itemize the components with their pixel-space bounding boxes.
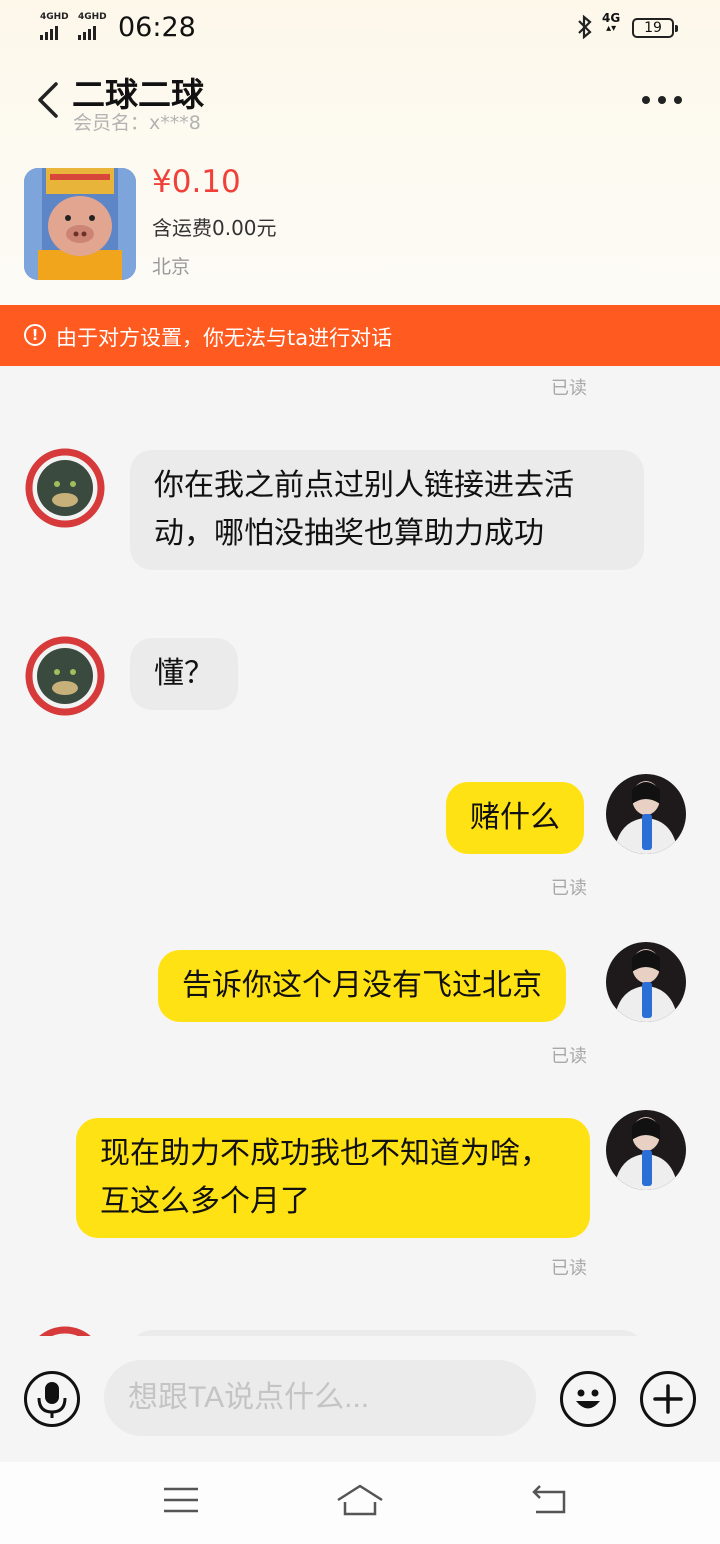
- back-button[interactable]: [34, 80, 64, 120]
- emoji-icon: [576, 1389, 600, 1409]
- warning-icon: !: [24, 324, 46, 346]
- product-image[interactable]: [24, 168, 136, 280]
- message-bubble-outgoing[interactable]: 赌什么: [446, 782, 584, 854]
- system-nav-bar: [0, 1462, 720, 1544]
- network-indicator: 4G ▴▾: [602, 11, 621, 34]
- read-status: 已读: [551, 1258, 587, 1279]
- contact-avatar[interactable]: [25, 636, 105, 716]
- product-price: ¥0.10: [152, 164, 241, 200]
- back-arrow-icon: [532, 1485, 566, 1514]
- voice-button[interactable]: [24, 1371, 80, 1427]
- message-bubble-incoming[interactable]: 懂？: [130, 638, 238, 710]
- signal-label: 4GHD: [40, 12, 69, 22]
- user-avatar[interactable]: [606, 774, 686, 854]
- menu-icon: [164, 1487, 198, 1513]
- member-name: 会员名：x***8: [73, 112, 201, 134]
- read-status: 已读: [551, 878, 587, 899]
- bluetooth-icon: [576, 14, 594, 45]
- message-bubble-outgoing[interactable]: 告诉你这个月没有飞过北京: [158, 950, 566, 1022]
- menu-nav-button[interactable]: [156, 1480, 206, 1520]
- input-bar: [0, 1336, 720, 1462]
- warning-banner: ! 由于对方设置，你无法与ta进行对话: [0, 305, 720, 366]
- signal-label: 4GHD: [78, 12, 107, 22]
- message-input[interactable]: [104, 1360, 536, 1436]
- more-dots-icon: [642, 96, 650, 104]
- back-nav-button[interactable]: [524, 1480, 574, 1520]
- contact-avatar[interactable]: [25, 448, 105, 528]
- more-button[interactable]: [642, 88, 694, 112]
- product-location: 北京: [152, 256, 191, 278]
- home-icon: [337, 1484, 383, 1516]
- battery-icon: 19: [632, 18, 678, 38]
- emoji-button[interactable]: [560, 1371, 616, 1427]
- user-avatar[interactable]: [606, 942, 686, 1022]
- message-list[interactable]: 已读 你在我之前点过别人链接进去活动，哪怕没抽奖也算助力成功 懂？ 赌什么 已读…: [0, 366, 720, 1336]
- plus-icon: [653, 1384, 683, 1414]
- clock: 06:28: [118, 12, 196, 43]
- contact-avatar[interactable]: [25, 1326, 105, 1336]
- warning-text: 由于对方设置，你无法与ta进行对话: [56, 326, 393, 350]
- chat-header: 二球二球 会员名：x***8: [0, 60, 720, 140]
- microphone-icon: [37, 1382, 67, 1418]
- read-status: 已读: [551, 378, 587, 399]
- read-status: 已读: [551, 1046, 587, 1067]
- shipping-fee: 含运费0.00元: [152, 216, 277, 240]
- user-avatar[interactable]: [606, 1110, 686, 1190]
- message-bubble-incoming[interactable]: 你在我之前点过别人链接进去活动，哪怕没抽奖也算助力成功: [130, 450, 644, 570]
- message-bubble-outgoing[interactable]: 现在助力不成功我也不知道为啥，互这么多个月了: [76, 1118, 590, 1238]
- product-card[interactable]: ¥0.10 含运费0.00元 北京: [0, 150, 720, 300]
- chevron-left-icon: [38, 82, 58, 118]
- add-attachment-button[interactable]: [640, 1371, 696, 1427]
- status-bar: 4GHD 4GHD 06:28 4G ▴▾ 19: [0, 0, 720, 58]
- battery-level: 19: [644, 20, 662, 36]
- home-nav-button[interactable]: [335, 1480, 385, 1520]
